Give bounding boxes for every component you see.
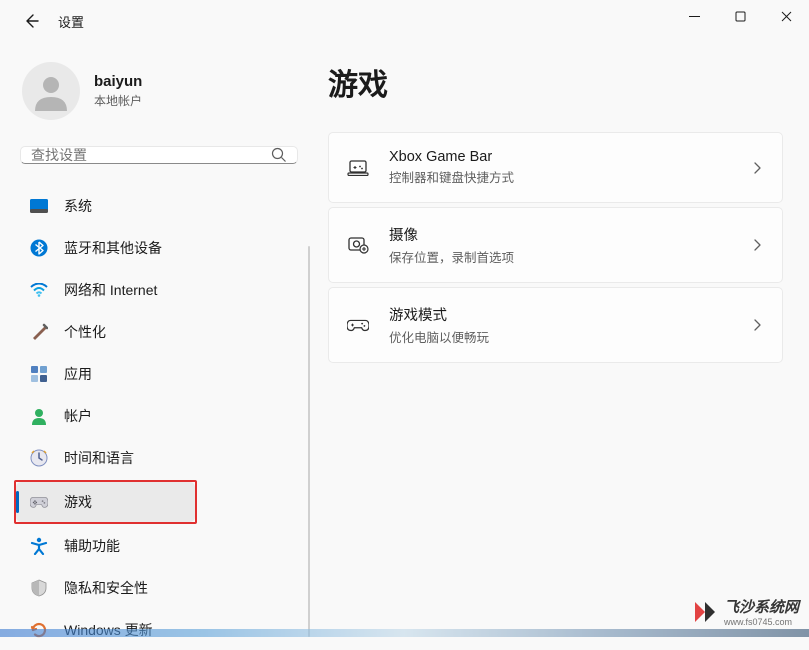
main-panel: 游戏 Xbox Game Bar 控制器和键盘快捷方式 摄像 保存位置，录制首选… [310,46,809,637]
sidebar-item-label: 蓝牙和其他设备 [64,238,162,258]
sidebar-item-label: 游戏 [64,492,92,512]
user-icon [31,71,71,111]
sidebar-item-label: 帐户 [64,406,92,426]
watermark: 飞沙系统网 www.fs0745.com [692,596,799,627]
card-title: 摄像 [389,224,730,245]
user-block[interactable]: baiyun 本地帐户 [16,56,310,138]
sidebar-item-privacy[interactable]: 隐私和安全性 [16,568,294,608]
chevron-right-icon [750,318,764,332]
minimize-button[interactable] [671,0,717,32]
sidebar-item-label: 时间和语言 [64,448,134,468]
back-button[interactable] [20,10,42,32]
card-title: 游戏模式 [389,304,730,325]
sidebar-item-bluetooth[interactable]: 蓝牙和其他设备 [16,228,294,268]
minimize-icon [689,11,700,22]
card-subtitle: 优化电脑以便畅玩 [389,327,730,346]
clock-icon [30,449,48,467]
card-title: Xbox Game Bar [389,149,730,165]
brush-icon [30,323,48,341]
sidebar-item-network[interactable]: 网络和 Internet [16,270,294,310]
sidebar-item-gaming[interactable]: 游戏 [16,482,195,522]
sidebar: baiyun 本地帐户 系统 蓝牙和其他设备 网络和 Internet 个性化 [0,46,310,637]
user-type: 本地帐户 [94,92,142,109]
sidebar-item-label: 系统 [64,196,92,216]
capture-icon [347,234,369,256]
card-captures[interactable]: 摄像 保存位置，录制首选项 [328,207,783,283]
game-mode-icon [347,314,369,336]
apps-icon [30,365,48,383]
page-title: 游戏 [328,60,783,104]
maximize-icon [735,11,746,22]
watermark-logo [692,599,718,625]
close-icon [781,11,792,22]
sidebar-item-time-language[interactable]: 时间和语言 [16,438,294,478]
person-icon [30,407,48,425]
system-icon [30,197,48,215]
sidebar-scrollbar[interactable] [308,246,310,637]
gamepad-icon [30,493,48,511]
sidebar-item-label: 网络和 Internet [64,280,157,300]
sidebar-item-apps[interactable]: 应用 [16,354,294,394]
shield-icon [30,579,48,597]
card-subtitle: 控制器和键盘快捷方式 [389,167,730,186]
card-subtitle: 保存位置，录制首选项 [389,247,730,266]
bluetooth-icon [30,239,48,257]
sidebar-item-label: 隐私和安全性 [64,578,148,598]
card-game-mode[interactable]: 游戏模式 优化电脑以便畅玩 [328,287,783,363]
taskbar-sliver [0,629,809,637]
back-icon [23,13,39,29]
watermark-url: www.fs0745.com [724,617,799,627]
sidebar-item-accounts[interactable]: 帐户 [16,396,294,436]
sidebar-item-label: 辅助功能 [64,536,120,556]
sidebar-item-label: 个性化 [64,322,106,342]
search-input[interactable] [31,147,271,163]
chevron-right-icon [750,161,764,175]
sidebar-item-label: 应用 [64,364,92,384]
wifi-icon [30,281,48,299]
close-button[interactable] [763,0,809,32]
maximize-button[interactable] [717,0,763,32]
sidebar-item-system[interactable]: 系统 [16,186,294,226]
user-name: baiyun [94,73,142,90]
watermark-text: 飞沙系统网 [724,596,799,617]
chevron-right-icon [750,238,764,252]
avatar [22,62,80,120]
card-xbox-game-bar[interactable]: Xbox Game Bar 控制器和键盘快捷方式 [328,132,783,203]
search-icon [271,147,287,163]
app-title: 设置 [58,12,84,31]
sidebar-item-personalization[interactable]: 个性化 [16,312,294,352]
search-box[interactable] [20,146,298,164]
sidebar-item-accessibility[interactable]: 辅助功能 [16,526,294,566]
game-bar-icon [347,157,369,179]
accessibility-icon [30,537,48,555]
highlight-annotation: 游戏 [14,480,197,524]
